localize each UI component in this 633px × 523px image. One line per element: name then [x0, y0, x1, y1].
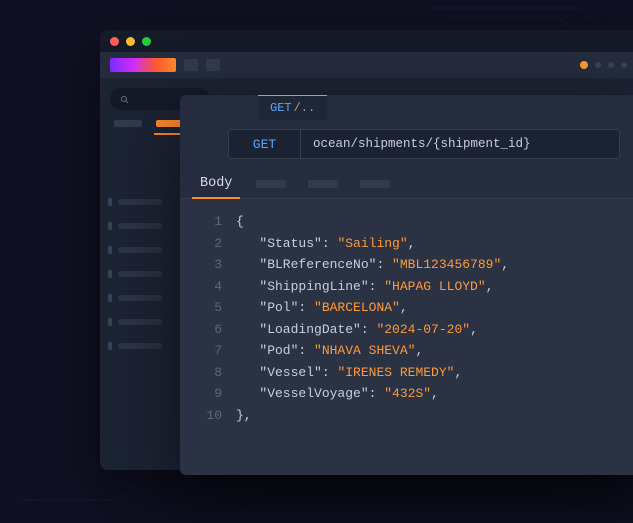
code-text: "Vessel": "IRENES REMEDY", [236, 362, 462, 384]
http-method-select[interactable]: GET [229, 130, 301, 158]
code-text: "ShippingLine": "HAPAG LLOYD", [236, 276, 493, 298]
header-skeleton [206, 59, 220, 71]
response-panel: GET/.. GET ocean/shipments/{shipment_id}… [180, 95, 633, 475]
line-number: 3 [180, 254, 236, 276]
response-tab-skeleton[interactable] [308, 180, 338, 188]
code-line: 9 "VesselVoyage": "432S", [180, 383, 633, 405]
line-number: 10 [180, 405, 236, 427]
code-line: 2 "Status": "Sailing", [180, 233, 633, 255]
minimize-dot[interactable] [126, 37, 135, 46]
sidebar-item-skeleton[interactable] [100, 238, 180, 262]
code-text: "LoadingDate": "2024-07-20", [236, 319, 478, 341]
code-line: 8 "Vessel": "IRENES REMEDY", [180, 362, 633, 384]
close-dot[interactable] [110, 37, 119, 46]
line-number: 1 [180, 211, 236, 233]
code-text: "Pod": "NHAVA SHEVA", [236, 340, 423, 362]
carousel-dots [580, 61, 633, 69]
sidebar-item-skeleton[interactable] [100, 334, 180, 358]
sidebar-list [100, 190, 180, 358]
sidebar-item-skeleton[interactable] [100, 286, 180, 310]
code-text: "VesselVoyage": "432S", [236, 383, 439, 405]
line-number: 2 [180, 233, 236, 255]
sidebar-item-skeleton[interactable] [100, 214, 180, 238]
code-line: 3 "BLReferenceNo": "MBL123456789", [180, 254, 633, 276]
request-tab[interactable]: GET/.. [258, 95, 327, 120]
code-line: 6 "LoadingDate": "2024-07-20", [180, 319, 633, 341]
titlebar [100, 30, 633, 52]
line-number: 9 [180, 383, 236, 405]
search-icon [120, 95, 129, 104]
line-number: 4 [180, 276, 236, 298]
response-tab-skeleton[interactable] [360, 180, 390, 188]
code-text: "Status": "Sailing", [236, 233, 415, 255]
response-tabs: Body [180, 169, 633, 199]
line-number: 7 [180, 340, 236, 362]
carousel-dot[interactable] [608, 62, 614, 68]
response-tab-skeleton[interactable] [256, 180, 286, 188]
sidebar-item-skeleton[interactable] [100, 190, 180, 214]
nav-tab-skeleton[interactable] [114, 120, 142, 127]
line-number: 6 [180, 319, 236, 341]
code-text: }, [236, 405, 252, 427]
code-text: { [236, 211, 244, 233]
carousel-dot-active[interactable] [580, 61, 588, 69]
logo [110, 58, 176, 72]
request-tab-method: GET [270, 101, 292, 115]
request-bar: GET ocean/shipments/{shipment_id} [228, 129, 620, 159]
line-number: 5 [180, 297, 236, 319]
code-line: 1{ [180, 211, 633, 233]
header-bar [100, 52, 633, 78]
code-line: 7 "Pod": "NHAVA SHEVA", [180, 340, 633, 362]
tab-body[interactable]: Body [198, 169, 234, 198]
code-line: 5 "Pol": "BARCELONA", [180, 297, 633, 319]
carousel-dot[interactable] [621, 62, 627, 68]
sidebar-item-skeleton[interactable] [100, 262, 180, 286]
response-body-code[interactable]: 1{2 "Status": "Sailing",3 "BLReferenceNo… [180, 199, 633, 475]
header-skeleton [184, 59, 198, 71]
sidebar-item-skeleton[interactable] [100, 310, 180, 334]
code-text: "Pol": "BARCELONA", [236, 297, 408, 319]
code-line: 10}, [180, 405, 633, 427]
request-path-input[interactable]: ocean/shipments/{shipment_id} [301, 130, 619, 158]
carousel-dot[interactable] [595, 62, 601, 68]
request-tab-suffix: /.. [294, 101, 316, 115]
code-text: "BLReferenceNo": "MBL123456789", [236, 254, 509, 276]
line-number: 8 [180, 362, 236, 384]
zoom-dot[interactable] [142, 37, 151, 46]
code-line: 4 "ShippingLine": "HAPAG LLOYD", [180, 276, 633, 298]
